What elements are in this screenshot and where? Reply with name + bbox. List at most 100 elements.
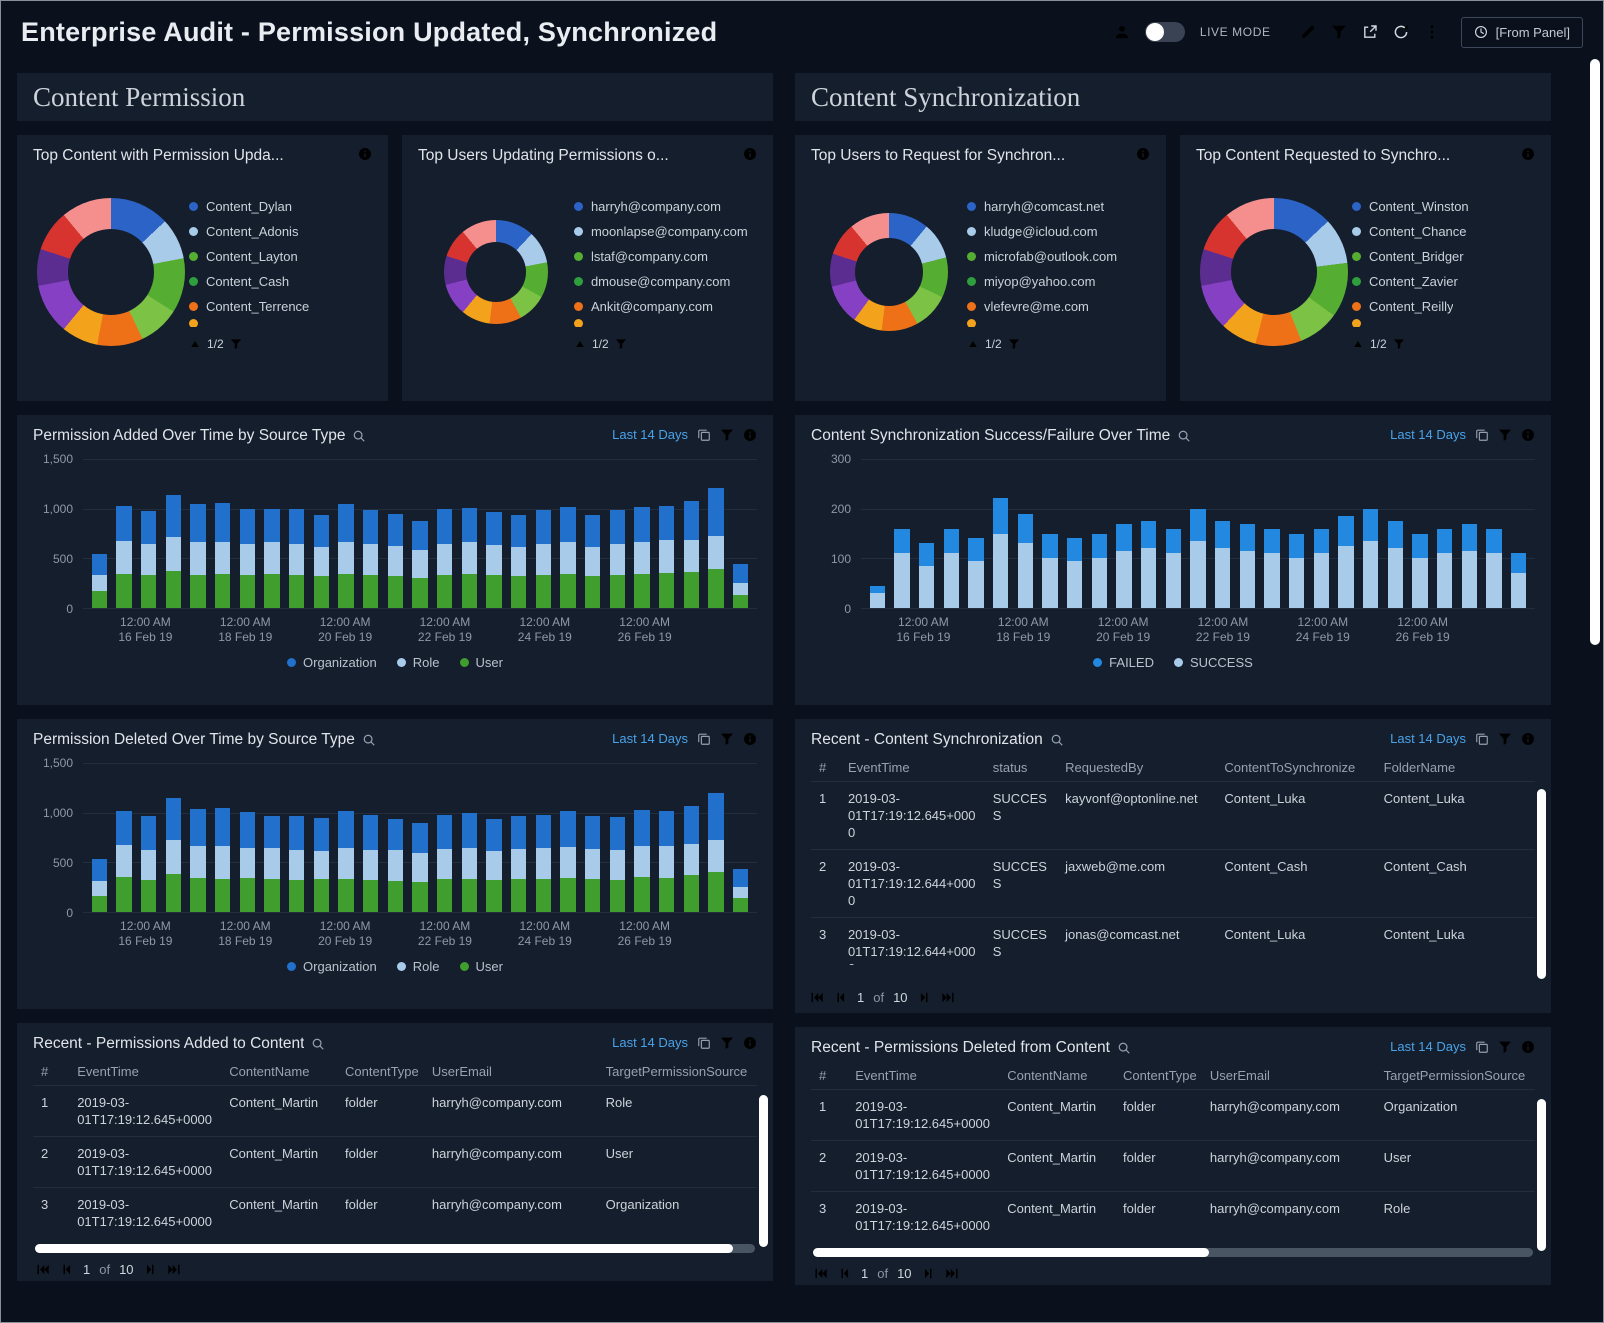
bar[interactable] <box>704 459 729 608</box>
first-page-icon[interactable] <box>813 1266 828 1281</box>
legend-item[interactable]: User <box>460 959 503 974</box>
legend-item[interactable]: Ankit@company.com <box>574 294 757 319</box>
bar[interactable] <box>964 459 989 608</box>
legend-item[interactable]: harryh@comcast.net <box>967 194 1150 219</box>
bar[interactable] <box>1038 459 1063 608</box>
bar[interactable] <box>1408 459 1433 608</box>
bar[interactable] <box>506 459 531 608</box>
bar[interactable] <box>914 459 939 608</box>
previous-page-icon[interactable] <box>837 1266 852 1281</box>
legend-item[interactable]: Content_Winston <box>1352 194 1535 219</box>
bar[interactable] <box>1013 459 1038 608</box>
table-row[interactable]: 12019-03-01T17:19:12.645+0000SUCCESSkayv… <box>811 782 1535 850</box>
next-page-icon[interactable] <box>143 1262 158 1277</box>
legend-item[interactable]: lstaf@company.com <box>574 244 757 269</box>
column-header[interactable]: # <box>811 1061 847 1090</box>
bar[interactable] <box>1334 459 1359 608</box>
legend-item[interactable] <box>1352 319 1535 327</box>
bar[interactable] <box>235 459 260 608</box>
legend-item[interactable]: dmouse@company.com <box>574 269 757 294</box>
table-row[interactable]: 32019-03-01T17:19:12.645+0000Content_Mar… <box>33 1188 757 1239</box>
column-header[interactable]: EventTime <box>840 753 985 782</box>
copy-icon[interactable] <box>1475 1040 1489 1054</box>
next-page-icon[interactable] <box>917 990 932 1005</box>
legend-page-up-icon[interactable] <box>1352 338 1364 350</box>
donut-chart[interactable] <box>830 213 948 331</box>
column-header[interactable]: TargetPermissionSource <box>1376 1061 1535 1090</box>
bar[interactable] <box>235 763 260 912</box>
share-icon[interactable] <box>1362 24 1378 40</box>
legend-item[interactable]: Organization <box>287 959 377 974</box>
filter-icon[interactable] <box>230 338 242 350</box>
last-page-icon[interactable] <box>167 1262 182 1277</box>
bar[interactable] <box>309 459 334 608</box>
bar[interactable] <box>136 763 161 912</box>
copy-icon[interactable] <box>1475 732 1489 746</box>
filter-icon[interactable] <box>615 338 627 350</box>
legend-item[interactable] <box>574 319 757 327</box>
horizontal-scrollbar[interactable] <box>813 1248 1533 1257</box>
legend-page-up-icon[interactable] <box>189 338 201 350</box>
table-row[interactable]: 12019-03-01T17:19:12.645+0000Content_Mar… <box>811 1090 1535 1141</box>
legend-item[interactable]: Organization <box>287 655 377 670</box>
bar[interactable] <box>284 763 309 912</box>
legend-item[interactable]: Content_Dylan <box>189 194 372 219</box>
bar[interactable] <box>260 459 285 608</box>
filter-icon[interactable] <box>1498 1040 1512 1054</box>
bar[interactable] <box>457 459 482 608</box>
legend-item[interactable]: vlefevre@me.com <box>967 294 1150 319</box>
filter-icon[interactable] <box>1498 732 1512 746</box>
bar[interactable] <box>334 763 359 912</box>
donut-chart[interactable] <box>1200 198 1348 346</box>
next-page-icon[interactable] <box>921 1266 936 1281</box>
filter-icon[interactable] <box>1008 338 1020 350</box>
bar[interactable] <box>358 763 383 912</box>
bar[interactable] <box>408 763 433 912</box>
bar[interactable] <box>482 763 507 912</box>
table-row[interactable]: 32019-03-01T17:19:12.644+0000SUCCESSjona… <box>811 918 1535 966</box>
legend-item[interactable]: microfab@outlook.com <box>967 244 1150 269</box>
info-icon[interactable] <box>1521 732 1535 746</box>
bar[interactable] <box>210 763 235 912</box>
filter-icon[interactable] <box>720 428 734 442</box>
bar[interactable] <box>1358 459 1383 608</box>
bar[interactable] <box>1457 459 1482 608</box>
bar[interactable] <box>580 763 605 912</box>
bar[interactable] <box>939 459 964 608</box>
bar[interactable] <box>432 763 457 912</box>
copy-icon[interactable] <box>1475 428 1489 442</box>
filter-icon[interactable] <box>1393 338 1405 350</box>
bar[interactable] <box>630 459 655 608</box>
bar[interactable] <box>1161 459 1186 608</box>
bar[interactable] <box>432 459 457 608</box>
table-row[interactable]: 12019-03-01T17:19:12.645+0000Content_Mar… <box>33 1086 757 1137</box>
bar[interactable] <box>161 763 186 912</box>
bar[interactable] <box>260 763 285 912</box>
time-range-link[interactable]: Last 14 Days <box>1390 1039 1466 1054</box>
bar[interactable] <box>186 763 211 912</box>
info-icon[interactable] <box>743 1036 757 1050</box>
legend-page-up-icon[interactable] <box>574 338 586 350</box>
legend-item[interactable]: FAILED <box>1093 655 1154 670</box>
column-header[interactable]: UserEmail <box>424 1057 598 1086</box>
vertical-scrollbar[interactable] <box>1537 789 1546 979</box>
filter-icon[interactable] <box>720 732 734 746</box>
bar[interactable] <box>358 459 383 608</box>
info-icon[interactable] <box>1521 428 1535 442</box>
first-page-icon[interactable] <box>809 990 824 1005</box>
legend-item[interactable]: SUCCESS <box>1174 655 1253 670</box>
donut-chart[interactable] <box>37 198 185 346</box>
column-header[interactable]: # <box>33 1057 69 1086</box>
scrollbar-thumb[interactable] <box>35 1244 733 1253</box>
time-range-selector[interactable]: [From Panel] <box>1461 17 1583 48</box>
live-mode-toggle[interactable] <box>1145 22 1185 42</box>
info-icon[interactable] <box>743 147 757 161</box>
bar[interactable] <box>1284 459 1309 608</box>
bar[interactable] <box>654 459 679 608</box>
table-row[interactable]: 22019-03-01T17:19:12.644+0000SUCCESSjaxw… <box>811 850 1535 918</box>
bar[interactable] <box>161 459 186 608</box>
magnifier-icon[interactable] <box>1050 733 1064 747</box>
filter-icon[interactable] <box>1498 428 1512 442</box>
bar[interactable] <box>988 459 1013 608</box>
bar[interactable] <box>383 763 408 912</box>
